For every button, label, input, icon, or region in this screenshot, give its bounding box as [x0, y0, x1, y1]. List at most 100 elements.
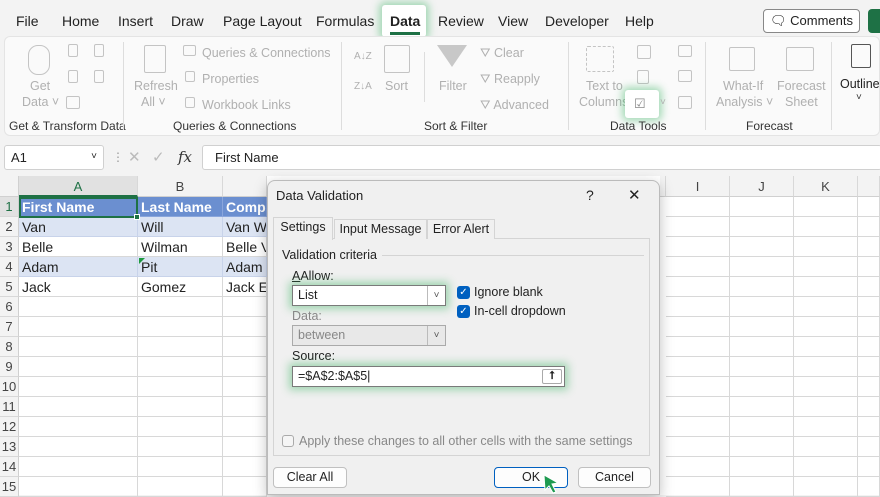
column-header-c[interactable] — [223, 176, 267, 197]
cell[interactable] — [858, 237, 880, 257]
cell[interactable] — [730, 217, 794, 237]
allow-select[interactable]: List ˅ — [292, 285, 446, 306]
table-cell[interactable]: Jack — [19, 277, 138, 297]
tab-review[interactable]: Review — [438, 13, 484, 29]
cell[interactable] — [138, 477, 223, 497]
outline-dropdown-icon[interactable]: ˅ — [856, 92, 862, 103]
cell[interactable] — [666, 197, 730, 217]
table-cell[interactable]: Van — [19, 217, 138, 237]
data-validation-dropdown[interactable]: ˅ — [660, 97, 666, 108]
cell[interactable] — [19, 417, 138, 437]
cell[interactable] — [858, 257, 880, 277]
what-if-button-label2[interactable]: Analysis ˅ — [716, 95, 773, 109]
cell[interactable] — [138, 457, 223, 477]
cell[interactable] — [794, 477, 858, 497]
cell[interactable] — [794, 437, 858, 457]
from-table-icon[interactable] — [66, 96, 80, 109]
tab-formulas[interactable]: Formulas — [316, 13, 374, 29]
cell[interactable] — [730, 237, 794, 257]
cell[interactable] — [223, 377, 267, 397]
cell[interactable] — [858, 377, 880, 397]
table-cell[interactable]: Wilman — [138, 237, 223, 257]
cell[interactable] — [666, 397, 730, 417]
get-data-button-label2[interactable]: Data ˅ — [22, 95, 59, 109]
cell[interactable] — [730, 257, 794, 277]
cell[interactable] — [223, 357, 267, 377]
tab-input-message[interactable]: Input Message — [334, 219, 427, 239]
cell[interactable] — [730, 417, 794, 437]
table-cell[interactable]: Belle — [19, 237, 138, 257]
row-header[interactable]: 4 — [0, 257, 19, 277]
existing-connections-icon[interactable] — [94, 70, 104, 83]
from-text-icon[interactable] — [68, 44, 78, 57]
cell[interactable] — [794, 277, 858, 297]
table-cell[interactable]: Compl — [223, 197, 267, 217]
column-header-k[interactable]: K — [794, 176, 858, 197]
cell[interactable] — [858, 397, 880, 417]
in-cell-dropdown-checkbox[interactable]: ✓ — [457, 305, 470, 318]
table-cell[interactable]: Last Name — [138, 197, 223, 217]
cell[interactable] — [858, 417, 880, 437]
cell[interactable] — [666, 357, 730, 377]
cell[interactable] — [666, 297, 730, 317]
cell[interactable] — [794, 317, 858, 337]
table-cell[interactable]: Will — [138, 217, 223, 237]
forecast-sheet-button[interactable]: Forecast — [777, 79, 826, 93]
row-header[interactable]: 2 — [0, 217, 19, 237]
formula-input[interactable]: First Name — [202, 145, 880, 170]
manage-data-model-icon[interactable] — [678, 96, 692, 109]
flash-fill-icon[interactable] — [637, 45, 651, 59]
table-cell[interactable]: Adam J — [223, 257, 267, 277]
column-header-j[interactable]: J — [730, 176, 794, 197]
cancel-icon[interactable]: ✕ — [128, 148, 141, 166]
cell[interactable] — [858, 277, 880, 297]
remove-duplicates-icon[interactable] — [637, 70, 649, 84]
ignore-blank-checkbox[interactable]: ✓ — [457, 286, 470, 299]
cell[interactable] — [666, 437, 730, 457]
enter-icon[interactable]: ✓ — [152, 148, 165, 166]
cell[interactable] — [794, 337, 858, 357]
cell[interactable] — [858, 197, 880, 217]
cell[interactable] — [858, 337, 880, 357]
collapse-dialog-icon[interactable]: ⭡ — [542, 369, 562, 384]
tab-settings[interactable]: Settings — [273, 217, 333, 240]
cell[interactable] — [730, 377, 794, 397]
in-cell-dropdown-label[interactable]: In-cell dropdown — [474, 304, 566, 318]
cell[interactable] — [19, 317, 138, 337]
refresh-all-button[interactable]: Refresh — [134, 79, 178, 93]
cell[interactable] — [138, 337, 223, 357]
row-header[interactable]: 6 — [0, 297, 19, 317]
column-header-a[interactable]: A — [19, 176, 138, 197]
cell[interactable] — [223, 437, 267, 457]
cell[interactable] — [223, 317, 267, 337]
cell[interactable] — [794, 297, 858, 317]
cell[interactable] — [794, 457, 858, 477]
tab-home[interactable]: Home — [62, 13, 99, 29]
cell[interactable] — [730, 277, 794, 297]
advanced-button[interactable]: ⛛ Advanced — [480, 98, 549, 113]
cell[interactable] — [794, 377, 858, 397]
cell[interactable] — [19, 357, 138, 377]
row-header[interactable]: 3 — [0, 237, 19, 257]
cell[interactable] — [730, 457, 794, 477]
row-header[interactable]: 12 — [0, 417, 19, 437]
tab-page-layout[interactable]: Page Layout — [223, 13, 302, 29]
cell[interactable] — [730, 317, 794, 337]
row-header[interactable]: 1 — [0, 197, 19, 217]
forecast-sheet-button-label2[interactable]: Sheet — [785, 95, 818, 109]
comments-button[interactable]: 🗨 Comments — [763, 9, 860, 33]
apply-all-checkbox[interactable] — [282, 435, 294, 447]
cell[interactable] — [138, 397, 223, 417]
select-all-button[interactable] — [0, 176, 19, 197]
clear-all-button[interactable]: Clear All — [273, 467, 347, 488]
what-if-button[interactable]: What-If — [723, 79, 763, 93]
cell[interactable] — [19, 437, 138, 457]
cell[interactable] — [19, 377, 138, 397]
tab-insert[interactable]: Insert — [118, 13, 153, 29]
cell[interactable] — [666, 217, 730, 237]
cell[interactable] — [858, 317, 880, 337]
cell[interactable] — [730, 297, 794, 317]
cell[interactable] — [794, 237, 858, 257]
column-header-i[interactable]: I — [666, 176, 730, 197]
insert-function-button[interactable]: fx — [178, 148, 192, 166]
